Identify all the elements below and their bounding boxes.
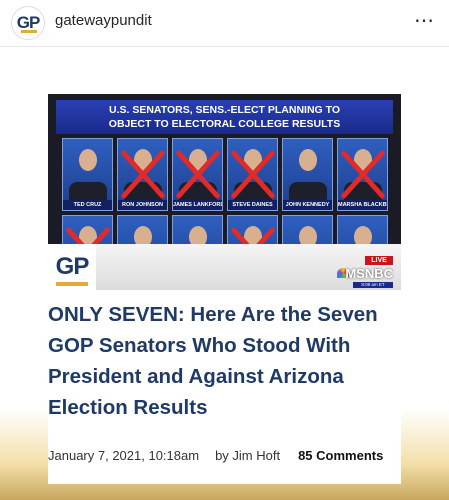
gp-logo: GP (48, 244, 96, 290)
avatar[interactable]: GP (11, 6, 45, 40)
cross-mark-icon (118, 139, 167, 210)
article-image: U.S. SENATORS, SENS.-ELECT PLANNING TO O… (48, 94, 401, 290)
senator-tile: TED CRUZ (62, 138, 113, 211)
article-headline[interactable]: ONLY SEVEN: Here Are the Seven GOP Senat… (48, 299, 393, 423)
cross-mark-icon (173, 139, 222, 210)
article-byline[interactable]: by Jim Hoft (215, 448, 280, 463)
live-badge: LIVE (365, 256, 393, 265)
senator-face (298, 149, 317, 171)
image-title: U.S. SENATORS, SENS.-ELECT PLANNING TO O… (56, 100, 393, 134)
senator-tile: JAMES LANKFORD (172, 138, 223, 211)
senator-tile: MARSHA BLACKBURN (337, 138, 388, 211)
article-date: January 7, 2021, 10:18am (48, 448, 200, 463)
image-title-line2: OBJECT TO ELECTORAL COLLEGE RESULTS (108, 118, 341, 130)
senator-tile: RON JOHNSON (117, 138, 168, 211)
image-title-line1: U.S. SENATORS, SENS.-ELECT PLANNING TO (108, 104, 341, 116)
senator-name: TED CRUZ (63, 200, 112, 210)
cross-mark-icon (338, 139, 387, 210)
article-card[interactable]: U.S. SENATORS, SENS.-ELECT PLANNING TO O… (48, 94, 401, 484)
post-body: U.S. SENATORS, SENS.-ELECT PLANNING TO O… (0, 47, 449, 500)
comments-link[interactable]: 85 Comments (298, 448, 383, 463)
gp-logo-text: GP (55, 253, 90, 280)
article-meta: January 7, 2021, 10:18am by Jim Hoft 85 … (48, 448, 401, 463)
senator-name: JOHN KENNEDY (283, 200, 332, 210)
avatar-underline (21, 30, 37, 33)
network-logo: MSNBC (345, 266, 393, 281)
senator-face (78, 149, 97, 171)
post-header: GP gatewaypundit ⋯ (0, 0, 449, 47)
broadcast-time: 8:08 am ET (353, 282, 393, 288)
senator-suit (68, 182, 107, 200)
senator-suit (288, 182, 327, 200)
username[interactable]: gatewaypundit (55, 12, 152, 29)
senator-tile: STEVE DAINES (227, 138, 278, 211)
gp-logo-underline (56, 282, 88, 286)
senator-tile: JOHN KENNEDY (282, 138, 333, 211)
more-options-icon[interactable]: ⋯ (414, 8, 435, 33)
cross-mark-icon (228, 139, 277, 210)
